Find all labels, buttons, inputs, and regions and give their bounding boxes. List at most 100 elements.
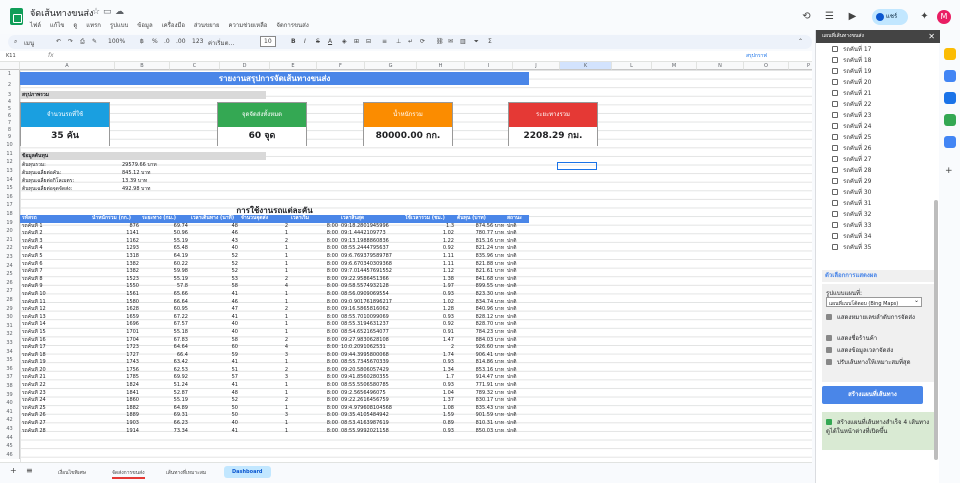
table-cell[interactable]: 899.55 บาท	[457, 283, 504, 291]
table-cell[interactable]: 64.19	[142, 253, 188, 261]
table-cell[interactable]: 41	[191, 291, 238, 299]
row-header[interactable]: 34	[0, 347, 20, 357]
table-cell[interactable]: 3	[241, 412, 288, 420]
column-header-g[interactable]: G	[365, 62, 417, 70]
checkbox-icon[interactable]	[832, 101, 838, 107]
table-cell[interactable]: 1	[241, 261, 288, 269]
table-cell[interactable]: 784.23 บาท	[457, 329, 504, 337]
table-cell[interactable]: 51.24	[142, 382, 188, 390]
table-cell[interactable]: 0.93	[405, 359, 454, 367]
table-cell[interactable]: 58	[191, 283, 238, 291]
table-cell[interactable]: 65.66	[142, 291, 188, 299]
table-cell[interactable]: รถคันที่ 21	[22, 374, 89, 382]
table-cell[interactable]: 823.30 บาท	[457, 291, 504, 299]
row-header[interactable]: 37	[0, 373, 20, 382]
search-icon[interactable]: ⌕	[14, 38, 17, 46]
table-cell[interactable]: 926.60 บาท	[457, 344, 504, 352]
table-header-cell[interactable]: เวลาสิ้นสุด	[341, 215, 402, 223]
table-cell[interactable]: ปกติ	[507, 382, 526, 390]
table-cell[interactable]: 8:00	[291, 405, 338, 413]
table-cell[interactable]: 8:00	[291, 428, 338, 436]
currency-format-button[interactable]: ฿	[140, 38, 144, 45]
summary-chart-button[interactable]: สรุปกราฟ	[746, 52, 767, 60]
row-header[interactable]: 21	[0, 235, 20, 245]
checkbox-icon[interactable]	[826, 359, 832, 365]
table-cell[interactable]: 8:00	[291, 223, 338, 231]
table-cell[interactable]: 08:54.6521654077	[341, 329, 402, 337]
row-header[interactable]: 33	[0, 339, 20, 348]
calendar-icon[interactable]	[944, 48, 956, 60]
table-cell[interactable]: 09:4.979608104568	[341, 405, 402, 413]
checkbox-icon[interactable]	[832, 145, 838, 151]
comment-add-icon[interactable]: ✉	[448, 38, 453, 45]
table-cell[interactable]: ปกติ	[507, 238, 526, 246]
vehicle-checkbox-item[interactable]: รถคันที่ 28	[832, 165, 871, 175]
row-header[interactable]: 29	[0, 304, 20, 314]
table-cell[interactable]: รถคันที่ 3	[22, 238, 89, 246]
table-cell[interactable]: 2	[241, 397, 288, 405]
table-cell[interactable]: 901.59 บาท	[457, 412, 504, 420]
contacts-icon[interactable]	[944, 114, 956, 126]
table-header-cell[interactable]: จำนวนจุดส่ง	[241, 215, 288, 223]
table-cell[interactable]: 1	[241, 268, 288, 276]
table-cell[interactable]: 1860	[92, 397, 139, 405]
table-cell[interactable]: 48	[191, 390, 238, 398]
table-cell[interactable]: รถคันที่ 10	[22, 291, 89, 299]
table-cell[interactable]: 55.19	[142, 397, 188, 405]
row-header[interactable]: 31	[0, 321, 20, 331]
checkbox-icon[interactable]	[832, 233, 838, 239]
checkbox-icon[interactable]	[832, 222, 838, 228]
column-header-f[interactable]: F	[317, 62, 365, 70]
table-cell[interactable]: 2	[241, 276, 288, 284]
table-header-cell[interactable]: สถานะ	[507, 215, 526, 223]
table-cell[interactable]: ปกติ	[507, 428, 526, 436]
column-header-i[interactable]: I	[465, 62, 513, 70]
table-cell[interactable]: 09:7.014457691552	[341, 268, 402, 276]
table-cell[interactable]: 1.08	[405, 405, 454, 413]
table-cell[interactable]: 43	[191, 238, 238, 246]
table-cell[interactable]: 1727	[92, 352, 139, 360]
table-cell[interactable]: 1	[241, 359, 288, 367]
table-cell[interactable]: 8:00	[291, 230, 338, 238]
tab-optimal-routes[interactable]: เส้นทางที่เหมาะสม	[166, 469, 206, 477]
table-cell[interactable]: 09:20.5806057429	[341, 367, 402, 375]
table-cell[interactable]: รถคันที่ 25	[22, 405, 89, 413]
table-cell[interactable]: 1.97	[405, 283, 454, 291]
table-cell[interactable]: 828.12 บาท	[457, 314, 504, 322]
row-header[interactable]: 4	[0, 99, 20, 107]
document-title[interactable]: จัดเส้นทางขนส่ง	[30, 6, 93, 20]
merge-cells-icon[interactable]: ⊟	[366, 38, 371, 45]
table-cell[interactable]: 1382	[92, 268, 139, 276]
increase-decimal-button[interactable]: .00	[176, 38, 186, 45]
checkbox-icon[interactable]	[832, 211, 838, 217]
vehicle-checkbox-item[interactable]: รถคันที่ 33	[832, 220, 871, 230]
table-cell[interactable]: 914.47 บาท	[457, 374, 504, 382]
column-header-p[interactable]: P	[789, 62, 812, 70]
table-cell[interactable]: ปกติ	[507, 412, 526, 420]
table-cell[interactable]: 835.43 บาท	[457, 405, 504, 413]
table-cell[interactable]: 2	[241, 223, 288, 231]
column-header-h[interactable]: H	[417, 62, 465, 70]
table-cell[interactable]: รถคันที่ 12	[22, 306, 89, 314]
number-format-button[interactable]: 123	[192, 38, 203, 45]
table-cell[interactable]: 1	[241, 253, 288, 261]
table-cell[interactable]: ปกติ	[507, 352, 526, 360]
undo-icon[interactable]: ↶	[56, 38, 61, 45]
table-cell[interactable]: ปกติ	[507, 253, 526, 261]
row-header[interactable]: 13	[0, 167, 20, 176]
table-cell[interactable]: 840.96 บาท	[457, 306, 504, 314]
table-cell[interactable]: รถคันที่ 6	[22, 261, 89, 269]
checkbox-icon[interactable]	[832, 178, 838, 184]
column-header-m[interactable]: M	[652, 62, 697, 70]
table-cell[interactable]: ปกติ	[507, 390, 526, 398]
table-cell[interactable]: 09:13.1988860836	[341, 238, 402, 246]
table-cell[interactable]: รถคันที่ 18	[22, 352, 89, 360]
checkbox-icon[interactable]	[832, 46, 838, 52]
table-cell[interactable]: 1.47	[405, 337, 454, 345]
percent-format-button[interactable]: %	[152, 38, 158, 45]
table-cell[interactable]: 1.11	[405, 253, 454, 261]
table-cell[interactable]: 1.34	[405, 367, 454, 375]
table-cell[interactable]: 57	[191, 374, 238, 382]
table-cell[interactable]: 41	[191, 359, 238, 367]
table-cell[interactable]: 8:00	[291, 321, 338, 329]
